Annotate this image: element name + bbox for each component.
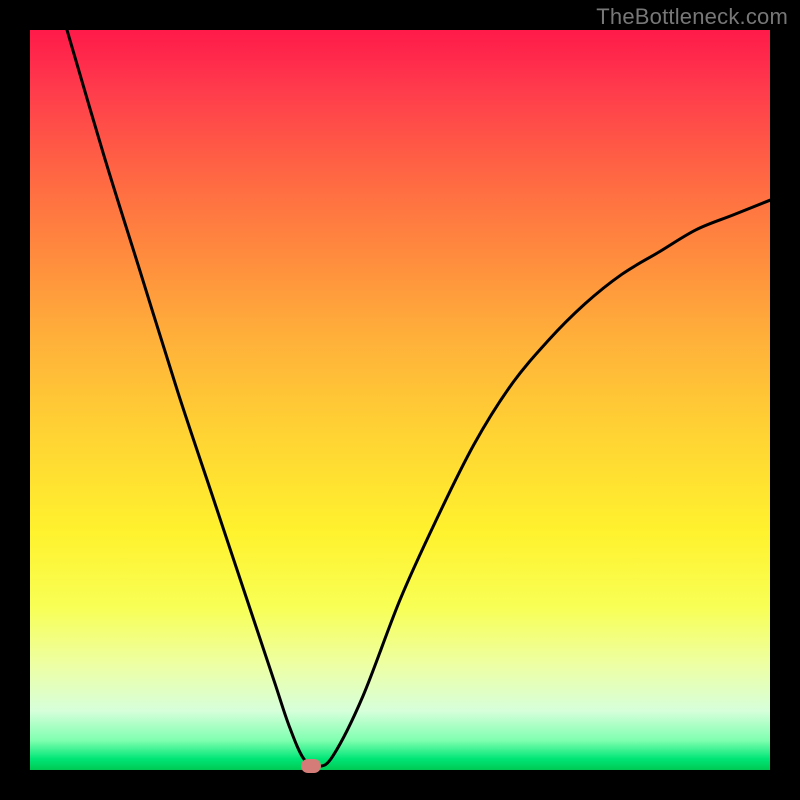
bottleneck-curve	[30, 30, 770, 770]
plot-area	[30, 30, 770, 770]
watermark-text: TheBottleneck.com	[596, 4, 788, 30]
minimum-marker	[301, 759, 321, 773]
chart-frame: TheBottleneck.com	[0, 0, 800, 800]
